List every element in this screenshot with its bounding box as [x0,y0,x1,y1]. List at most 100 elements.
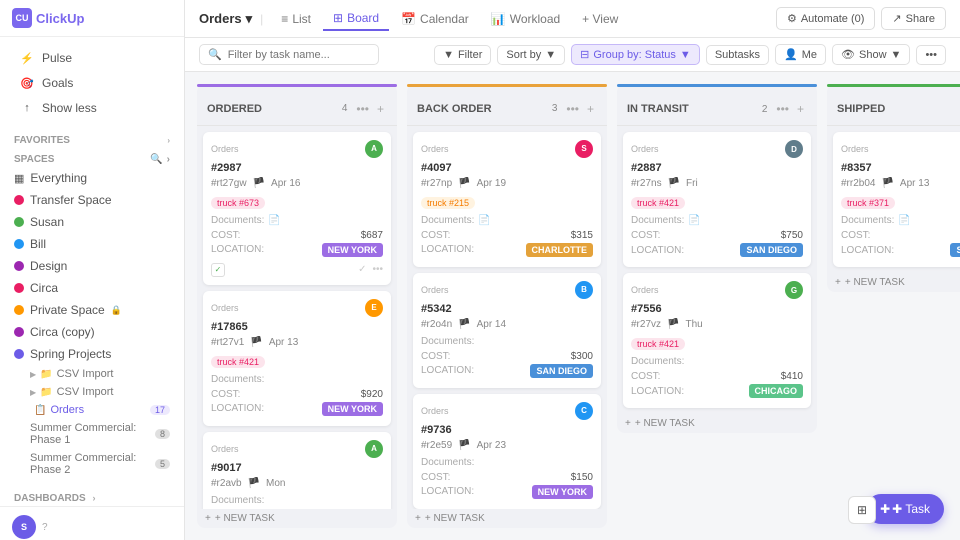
card-8357[interactable]: Orders E #8357 #rr2b04 🏴 Apr 13 truck #3… [833,132,960,267]
card-meta: #r27np 🏴 Apr 19 [421,178,593,189]
space-label: Bill [30,237,46,251]
automate-button[interactable]: ⚙ Automate (0) [776,7,875,30]
checkmark-icon[interactable]: ✓ [358,264,366,275]
filter-chip-filter[interactable]: ▼ Filter [434,45,491,65]
sidebar-nav: ⚡ Pulse 🎯 Goals ↑ Show less [0,37,184,129]
column-more-button[interactable]: ••• [563,101,582,117]
card-header: Orders C [421,402,593,420]
card-source: Orders [211,303,239,313]
add-task-ordered[interactable]: + + NEW TASK [197,509,397,528]
meta-id: #r2e59 [421,440,452,451]
card-docs: Documents: 📄 [211,215,383,226]
card-date: Thu [685,319,702,330]
column-cards-shipped: Orders E #8357 #rr2b04 🏴 Apr 13 truck #3… [827,126,960,273]
tab-view-add[interactable]: + View [572,8,628,30]
card-meta: #r27ns 🏴 Fri [631,178,803,189]
dashboards-section: DASHBOARDS › [0,487,184,506]
card-2987[interactable]: Orders A #2987 #rt27gw 🏴 Apr 16 truck #6… [203,132,391,285]
card-9736[interactable]: Orders C #9736 #r2e59 🏴 Apr 23 Documents… [413,394,601,509]
column-add-button[interactable]: + [584,101,597,117]
tab-list[interactable]: ≡ List [271,8,321,30]
tab-board[interactable]: ⊞ Board [323,7,389,31]
tree-item-summer1[interactable]: Summer Commercial: Phase 1 8 [6,419,178,449]
card-source: Orders [841,144,869,154]
folder-icon: 📁 [40,387,52,398]
card-id: #5342 [421,303,593,315]
column-count-ordered: 4 [342,103,348,114]
avatar: S [12,515,36,539]
tree-item-orders[interactable]: 📋 Orders 17 [6,401,178,419]
space-item-everything[interactable]: ▦ Everything [6,167,178,189]
tab-calendar[interactable]: 📅 Calendar [391,8,479,30]
space-item-spring[interactable]: Spring Projects [6,343,178,365]
space-item-bill[interactable]: Bill [6,233,178,255]
sidebar-item-goals[interactable]: 🎯 Goals [6,71,178,95]
tab-workload[interactable]: 📊 Workload [481,8,570,30]
column-actions-back-order: ••• + [563,101,597,117]
space-item-circa[interactable]: Circa [6,277,178,299]
filter-chip-me[interactable]: 👤 Me [775,44,826,65]
filter-chip-show[interactable]: 👁 Show ▼ [832,44,910,65]
cost-label: COST: [211,389,240,400]
share-button[interactable]: ↗ Share [881,7,946,30]
column-indicator-in-transit [617,84,817,87]
space-item-design[interactable]: Design [6,255,178,277]
column-ordered: ORDERED 4 ••• + Orders A #2987 [197,84,397,528]
card-header: Orders A [211,440,383,458]
cost-value: $920 [361,389,383,400]
chevron-right-icon: › [167,136,170,145]
filter-chip-subtasks[interactable]: Subtasks [706,45,769,65]
check-icon[interactable]: ✓ [211,263,225,277]
search-input[interactable] [228,49,370,61]
sidebar-item-pulse[interactable]: ⚡ Pulse [6,46,178,70]
card-tag-row: truck #421 [631,336,803,350]
card-9017[interactable]: Orders A #9017 #r2avb 🏴 Mon Documents: [203,432,391,509]
card-tag: truck #421 [211,356,265,368]
tree-item-csv2[interactable]: ▶ 📁 CSV Import [6,383,178,401]
column-add-button[interactable]: + [374,101,387,117]
column-more-button[interactable]: ••• [773,101,792,117]
tree-label: Summer Commercial: Phase 1 [30,422,151,446]
space-item-private[interactable]: Private Space 🔒 [6,299,178,321]
card-header: Orders E [841,140,960,158]
board: ORDERED 4 ••• + Orders A #2987 [185,72,960,540]
add-task-shipped[interactable]: + + NEW TASK [827,273,960,292]
add-task-in-transit[interactable]: + + NEW TASK [617,414,817,433]
help-icon[interactable]: ? [42,522,48,533]
card-location-row: LOCATION: SAN DIEGO [841,243,960,257]
location-label: LOCATION: [211,244,264,255]
column-count-in-transit: 2 [762,104,768,115]
card-4097[interactable]: Orders S #4097 #r27np 🏴 Apr 19 truck #21… [413,132,601,267]
filter-chip-sort[interactable]: Sort by ▼ [497,45,565,65]
column-more-button[interactable]: ••• [353,101,372,117]
search-icon[interactable]: 🔍 [150,154,162,165]
tree-item-summer2[interactable]: Summer Commercial: Phase 2 5 [6,449,178,479]
card-cost-row: COST: $750 [631,230,803,241]
chevron-right-icon[interactable]: › [167,154,170,165]
cost-value: $687 [361,230,383,241]
column-add-button[interactable]: + [794,101,807,117]
title-arrow-icon[interactable]: ▾ [246,11,253,27]
location-badge: SAN DIEGO [950,243,960,257]
task-fab-button[interactable]: ✚ ✚ Task [866,494,944,524]
sidebar-item-show-less[interactable]: ↑ Show less [6,96,178,120]
filter-chip-more[interactable]: ••• [916,45,946,65]
user-icon: 👤 [784,48,798,61]
card-5342[interactable]: Orders B #5342 #r2o4n 🏴 Apr 14 Documents… [413,273,601,388]
add-task-back-order[interactable]: + + NEW TASK [407,509,607,528]
space-item-susan[interactable]: Susan [6,211,178,233]
card-2887[interactable]: Orders D #2887 #r27ns 🏴 Fri truck #421 [623,132,811,267]
column-actions-in-transit: ••• + [773,101,807,117]
more-icon[interactable]: ••• [372,264,383,275]
card-meta: #r27vz 🏴 Thu [631,319,803,330]
card-7556[interactable]: Orders G #7556 #r27vz 🏴 Thu truck #421 [623,273,811,408]
space-item-circa-copy[interactable]: Circa (copy) [6,321,178,343]
space-item-transfer[interactable]: Transfer Space [6,189,178,211]
tree-item-csv1[interactable]: ▶ 📁 CSV Import [6,365,178,383]
card-17865[interactable]: Orders E #17865 #rt27v1 🏴 Apr 13 truck #… [203,291,391,426]
filter-chip-group[interactable]: ⊟ Group by: Status ▼ [571,44,700,65]
location-badge: CHARLOTTE [526,243,594,257]
grid-view-button[interactable]: ⊞ [848,496,876,524]
flag-icon: 🏴 [458,178,470,189]
avatar: B [575,281,593,299]
